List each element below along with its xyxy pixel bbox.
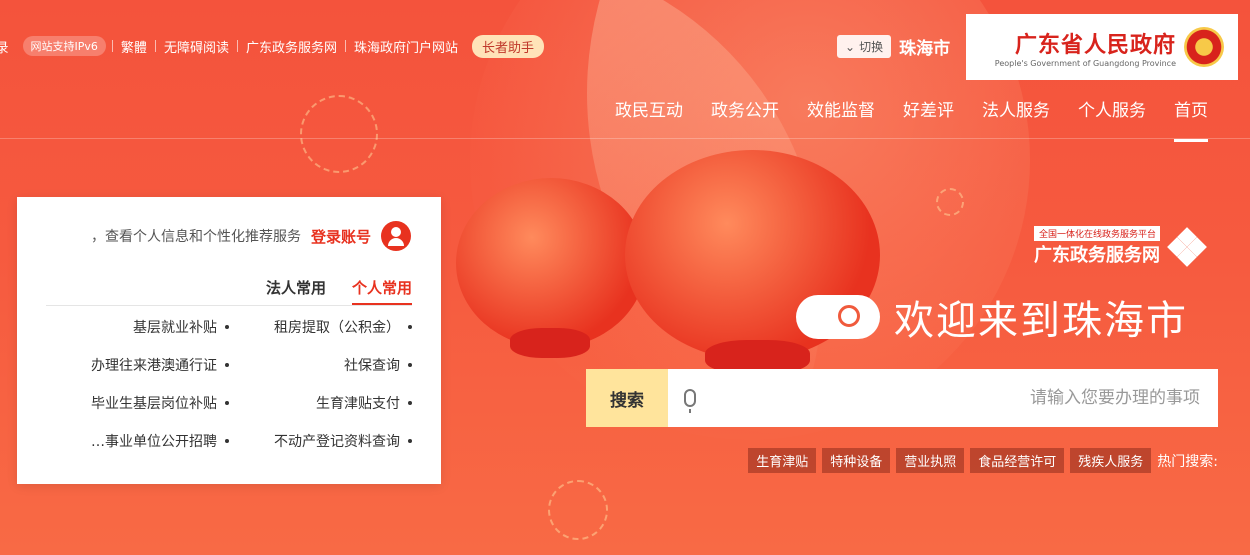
bullet — [408, 439, 412, 443]
city-switch-button[interactable]: ⌄ 切换 — [837, 35, 892, 58]
search-input[interactable] — [706, 387, 1202, 409]
national-emblem-icon — [1184, 27, 1224, 67]
service-item[interactable]: 毕业生基层岗位补贴 — [46, 393, 229, 413]
user-avatar-icon[interactable] — [381, 221, 411, 251]
bullet — [225, 401, 229, 405]
nav-item-interaction[interactable]: 政民互动 — [601, 96, 697, 136]
hot-search-label: 热门搜索: — [1157, 453, 1218, 470]
login-link[interactable]: 登录 — [0, 37, 17, 56]
service-label: 毕业生基层岗位补贴 — [91, 396, 217, 412]
tab-personal[interactable]: 个人常用 — [351, 273, 412, 305]
bullet — [225, 363, 229, 367]
service-item[interactable]: 社保查询 — [229, 355, 412, 375]
cloud-icon — [796, 295, 880, 339]
service-item[interactable]: 事业单位公开招聘… — [46, 431, 229, 451]
hot-search-tag[interactable]: 残疾人服务 — [1070, 448, 1152, 473]
city-switch-label: 切换 — [859, 40, 884, 54]
portal-tag: 全国一体化在线政务服务平台 — [1034, 226, 1160, 241]
login-tip: ，查看个人信息和个性化推荐服务 — [90, 229, 301, 245]
nav-item-supervision[interactable]: 效能监督 — [793, 96, 889, 136]
hot-search-tag[interactable]: 营业执照 — [896, 448, 965, 473]
nav-item-disclosure[interactable]: 政务公开 — [697, 96, 793, 136]
nav-item-review[interactable]: 好差评 — [889, 96, 968, 136]
hot-search: 热门搜索: 残疾人服务 食品经营许可 营业执照 特种设备 生育津贴 — [656, 448, 1218, 473]
hot-search-tag[interactable]: 特种设备 — [822, 448, 891, 473]
login-row: ，查看个人信息和个性化推荐服务 登录账号 — [91, 221, 411, 251]
service-tabs: 个人常用 法人常用 — [46, 273, 412, 306]
firework-decoration — [300, 95, 378, 173]
bullet — [225, 325, 229, 329]
service-item[interactable]: 租房提取（公积金） — [229, 317, 412, 337]
bullet — [225, 439, 229, 443]
main-nav: 首页 个人服务 法人服务 好差评 效能监督 政务公开 政民互动 — [462, 96, 1222, 142]
zhuhai-portal-link[interactable]: 珠海政府门户网站 — [346, 37, 466, 56]
hot-search-tag[interactable]: 食品经营许可 — [970, 448, 1065, 473]
service-item[interactable]: 不动产登记资料查询 — [229, 431, 412, 451]
service-list: 租房提取（公积金） 基层就业补贴 社保查询 办理往来港澳通行证 生育津贴支付 毕… — [46, 317, 412, 451]
brand-title: 广东省人民政府 — [1014, 32, 1176, 58]
portal-logo-icon — [1167, 226, 1207, 267]
site-logo[interactable]: 广东省人民政府 People's Government of Guangdong… — [966, 14, 1238, 80]
city-name: 珠海市 — [899, 39, 951, 59]
service-label: 社保查询 — [344, 358, 400, 374]
top-bar: 登录 网站支持IPv6 繁體 无障碍阅读 广东政务服务网 珠海政府门户网站 长者… — [0, 0, 1250, 92]
bullet — [408, 325, 412, 329]
nav-item-personal[interactable]: 个人服务 — [1064, 96, 1160, 136]
bullet — [408, 401, 412, 405]
service-item[interactable]: 生育津贴支付 — [229, 393, 412, 413]
firework-decoration — [548, 480, 608, 540]
microphone-icon[interactable] — [684, 389, 696, 413]
service-label: 生育津贴支付 — [316, 396, 400, 412]
search-button[interactable]: 搜索 — [586, 369, 668, 427]
nav-item-home[interactable]: 首页 — [1160, 96, 1222, 142]
portal-name: 广东政务服务网 — [1034, 245, 1160, 266]
service-label: 事业单位公开招聘… — [91, 434, 217, 450]
welcome-banner: 欢迎来到珠海市 — [796, 288, 1188, 346]
firework-decoration — [936, 188, 964, 216]
service-label: 租房提取（公积金） — [274, 320, 400, 336]
nav-divider — [0, 138, 1250, 139]
bullet — [408, 363, 412, 367]
elder-assistant-button[interactable]: 长者助手 — [471, 34, 544, 58]
brand-text: 广东省人民政府 People's Government of Guangdong… — [995, 27, 1176, 68]
brand-subtitle: People's Government of Guangdong Provinc… — [994, 58, 1176, 68]
traditional-chinese-link[interactable]: 繁體 — [113, 37, 155, 56]
search-box — [668, 369, 1218, 427]
accessibility-link[interactable]: 无障碍阅读 — [156, 37, 237, 56]
gd-service-link[interactable]: 广东政务服务网 — [238, 37, 345, 56]
lantern-decoration — [456, 178, 646, 358]
search-bar: 搜索 — [586, 369, 1218, 427]
service-label: 办理往来港澳通行证 — [91, 358, 217, 374]
hot-search-tag[interactable]: 生育津贴 — [748, 448, 817, 473]
service-item[interactable]: 基层就业补贴 — [46, 317, 229, 337]
chevron-down-icon: ⌄ — [845, 39, 856, 54]
card-login-link[interactable]: 登录账号 — [311, 226, 371, 247]
nav-item-corporate[interactable]: 法人服务 — [968, 96, 1064, 136]
ipv6-badge: 网站支持IPv6 — [22, 36, 106, 56]
tab-corporate[interactable]: 法人常用 — [266, 273, 326, 305]
portal-text: 全国一体化在线政务服务平台 广东政务服务网 — [1034, 226, 1160, 267]
portal-logo[interactable]: 全国一体化在线政务服务平台 广东政务服务网 — [1034, 226, 1207, 267]
service-label: 不动产登记资料查询 — [274, 434, 400, 450]
service-card: ，查看个人信息和个性化推荐服务 登录账号 个人常用 法人常用 租房提取（公积金）… — [17, 197, 441, 484]
service-label: 基层就业补贴 — [133, 320, 217, 336]
top-links: 登录 网站支持IPv6 繁體 无障碍阅读 广东政务服务网 珠海政府门户网站 长者… — [0, 34, 544, 58]
welcome-title: 欢迎来到珠海市 — [894, 298, 1188, 344]
service-item[interactable]: 办理往来港澳通行证 — [46, 355, 229, 375]
city-selector: ⌄ 切换 珠海市 — [837, 34, 950, 59]
